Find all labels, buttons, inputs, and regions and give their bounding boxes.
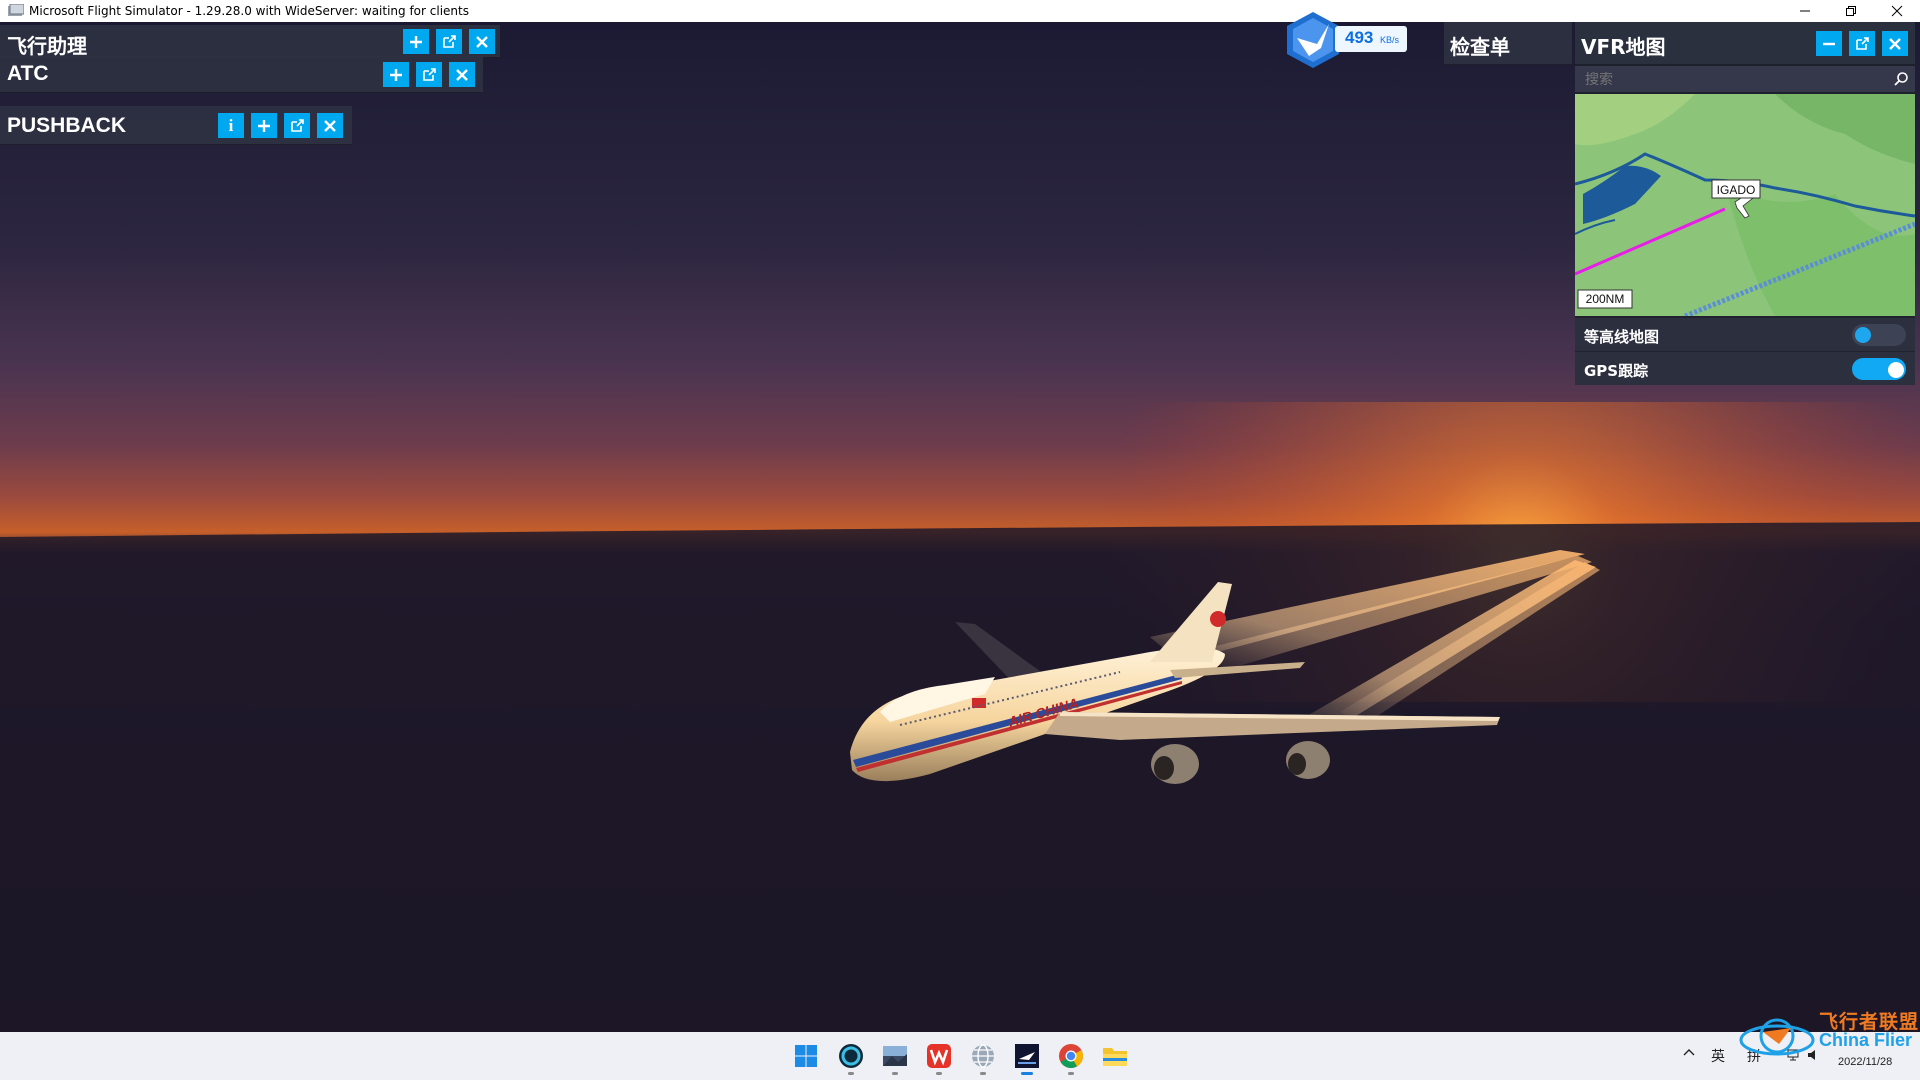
pushback-panel-header[interactable]: PUSHBACK i (0, 106, 352, 145)
china-flier-logo-icon (1739, 1018, 1815, 1056)
map-scale-label: 200NM (1586, 292, 1625, 306)
vfr-map-header[interactable]: VFR地图 (1575, 22, 1915, 65)
map-search-input[interactable] (1583, 69, 1887, 91)
running-indicator (848, 1072, 854, 1075)
chevron-up-icon (1683, 1049, 1695, 1056)
close-icon (456, 68, 468, 81)
plus-icon (390, 68, 402, 81)
popout-icon (291, 118, 304, 132)
watermark-en-text: China Flier (1819, 1030, 1913, 1050)
taskbar-app-msfs[interactable] (1011, 1040, 1043, 1075)
flight-assist-panel-header[interactable]: 飞行助理 (0, 25, 500, 58)
info-button[interactable]: i (218, 113, 244, 138)
popout-button[interactable] (436, 29, 462, 54)
speed-value: 493 (1345, 28, 1374, 47)
cortana-icon (839, 1044, 863, 1068)
toggle-label: 等高线地图 (1584, 328, 1660, 346)
taskbar-app-globe[interactable] (967, 1040, 999, 1075)
panel-title: VFR地图 (1581, 35, 1666, 59)
map-terrain: IGADO 200NM (1575, 94, 1915, 316)
running-indicator (936, 1072, 942, 1075)
close-panel-button[interactable] (449, 62, 475, 87)
photo-app-icon (883, 1046, 907, 1066)
popout-icon (443, 34, 456, 48)
minimize-panel-button[interactable] (1816, 31, 1842, 56)
speed-unit: KB/s (1380, 35, 1400, 45)
expand-button[interactable] (403, 29, 429, 54)
bird-logo-icon (1287, 12, 1339, 68)
close-icon (1889, 37, 1901, 50)
app-icon (8, 4, 24, 16)
file-explorer-icon (1103, 1048, 1127, 1066)
chrome-icon (1059, 1044, 1084, 1069)
contour-map-toggle-row[interactable]: 等高线地图 (1575, 318, 1915, 351)
plus-icon (258, 119, 270, 132)
gps-track-toggle-row[interactable]: GPS跟踪 (1575, 352, 1915, 385)
active-indicator (1021, 1072, 1033, 1075)
popout-button[interactable] (284, 113, 310, 138)
close-icon (476, 35, 488, 48)
expand-button[interactable] (383, 62, 409, 87)
close-panel-button[interactable] (1882, 31, 1908, 56)
ime-language-indicator[interactable]: 英 (1711, 1046, 1725, 1066)
minus-icon (1823, 42, 1835, 45)
panel-title: PUSHBACK (7, 114, 127, 137)
windows-start-button[interactable] (790, 1040, 822, 1072)
popout-icon (423, 67, 436, 81)
info-icon: i (228, 115, 234, 135)
running-indicator (1068, 1072, 1074, 1075)
taskbar-app-file-explorer[interactable] (1099, 1040, 1131, 1072)
close-icon (1891, 5, 1903, 17)
taskbar-app-cortana[interactable] (835, 1040, 867, 1075)
taskbar-app-photos[interactable] (879, 1040, 911, 1075)
taskbar-app-chrome[interactable] (1055, 1040, 1087, 1075)
running-indicator (892, 1072, 898, 1075)
maximize-button[interactable] (1828, 0, 1874, 22)
windows-start-icon (795, 1045, 817, 1067)
window-title-bar: Microsoft Flight Simulator - 1.29.28.0 w… (0, 0, 1920, 22)
msfs-icon (1015, 1044, 1039, 1068)
network-speed-badge[interactable]: 493 KB/s (1283, 10, 1413, 68)
search-icon[interactable] (1893, 71, 1909, 87)
plus-icon (410, 35, 422, 48)
panel-title: ATC (7, 62, 49, 85)
expand-button[interactable] (251, 113, 277, 138)
checklist-panel-header[interactable]: 检查单 (1444, 22, 1572, 65)
toggle-knob (1887, 361, 1905, 379)
wps-icon (927, 1044, 951, 1068)
close-window-button[interactable] (1874, 0, 1920, 22)
running-indicator (980, 1072, 986, 1075)
contour-map-toggle[interactable] (1852, 324, 1906, 346)
taskbar-app-wps[interactable] (923, 1040, 955, 1075)
close-panel-button[interactable] (469, 29, 495, 54)
window-title: Microsoft Flight Simulator - 1.29.28.0 w… (29, 4, 469, 18)
map-search-bar (1575, 66, 1915, 92)
close-panel-button[interactable] (317, 113, 343, 138)
gps-track-toggle[interactable] (1852, 358, 1906, 380)
vfr-map-panel: VFR地图 IGADO (1575, 22, 1915, 385)
panel-title: 飞行助理 (7, 34, 87, 58)
restore-icon (1846, 6, 1856, 16)
popout-button[interactable] (1849, 31, 1875, 56)
waypoint-label: IGADO (1717, 183, 1756, 197)
popout-icon (1856, 36, 1869, 50)
tray-overflow-button[interactable] (1682, 1046, 1696, 1064)
toggle-label: GPS跟踪 (1584, 362, 1649, 380)
china-flier-watermark: 飞行者联盟 China Flier (1735, 1006, 1920, 1068)
taskbar: 英 拼 2022/11/28 (0, 1032, 1920, 1080)
minimize-button[interactable] (1782, 0, 1828, 22)
vfr-map-view[interactable]: IGADO 200NM (1575, 94, 1915, 316)
minimize-icon (1800, 10, 1810, 12)
toggle-knob (1855, 327, 1871, 343)
globe-icon (972, 1044, 994, 1068)
atc-panel-header[interactable]: ATC (0, 56, 483, 93)
panel-title: 检查单 (1450, 35, 1510, 59)
popout-button[interactable] (416, 62, 442, 87)
close-icon (324, 119, 336, 132)
